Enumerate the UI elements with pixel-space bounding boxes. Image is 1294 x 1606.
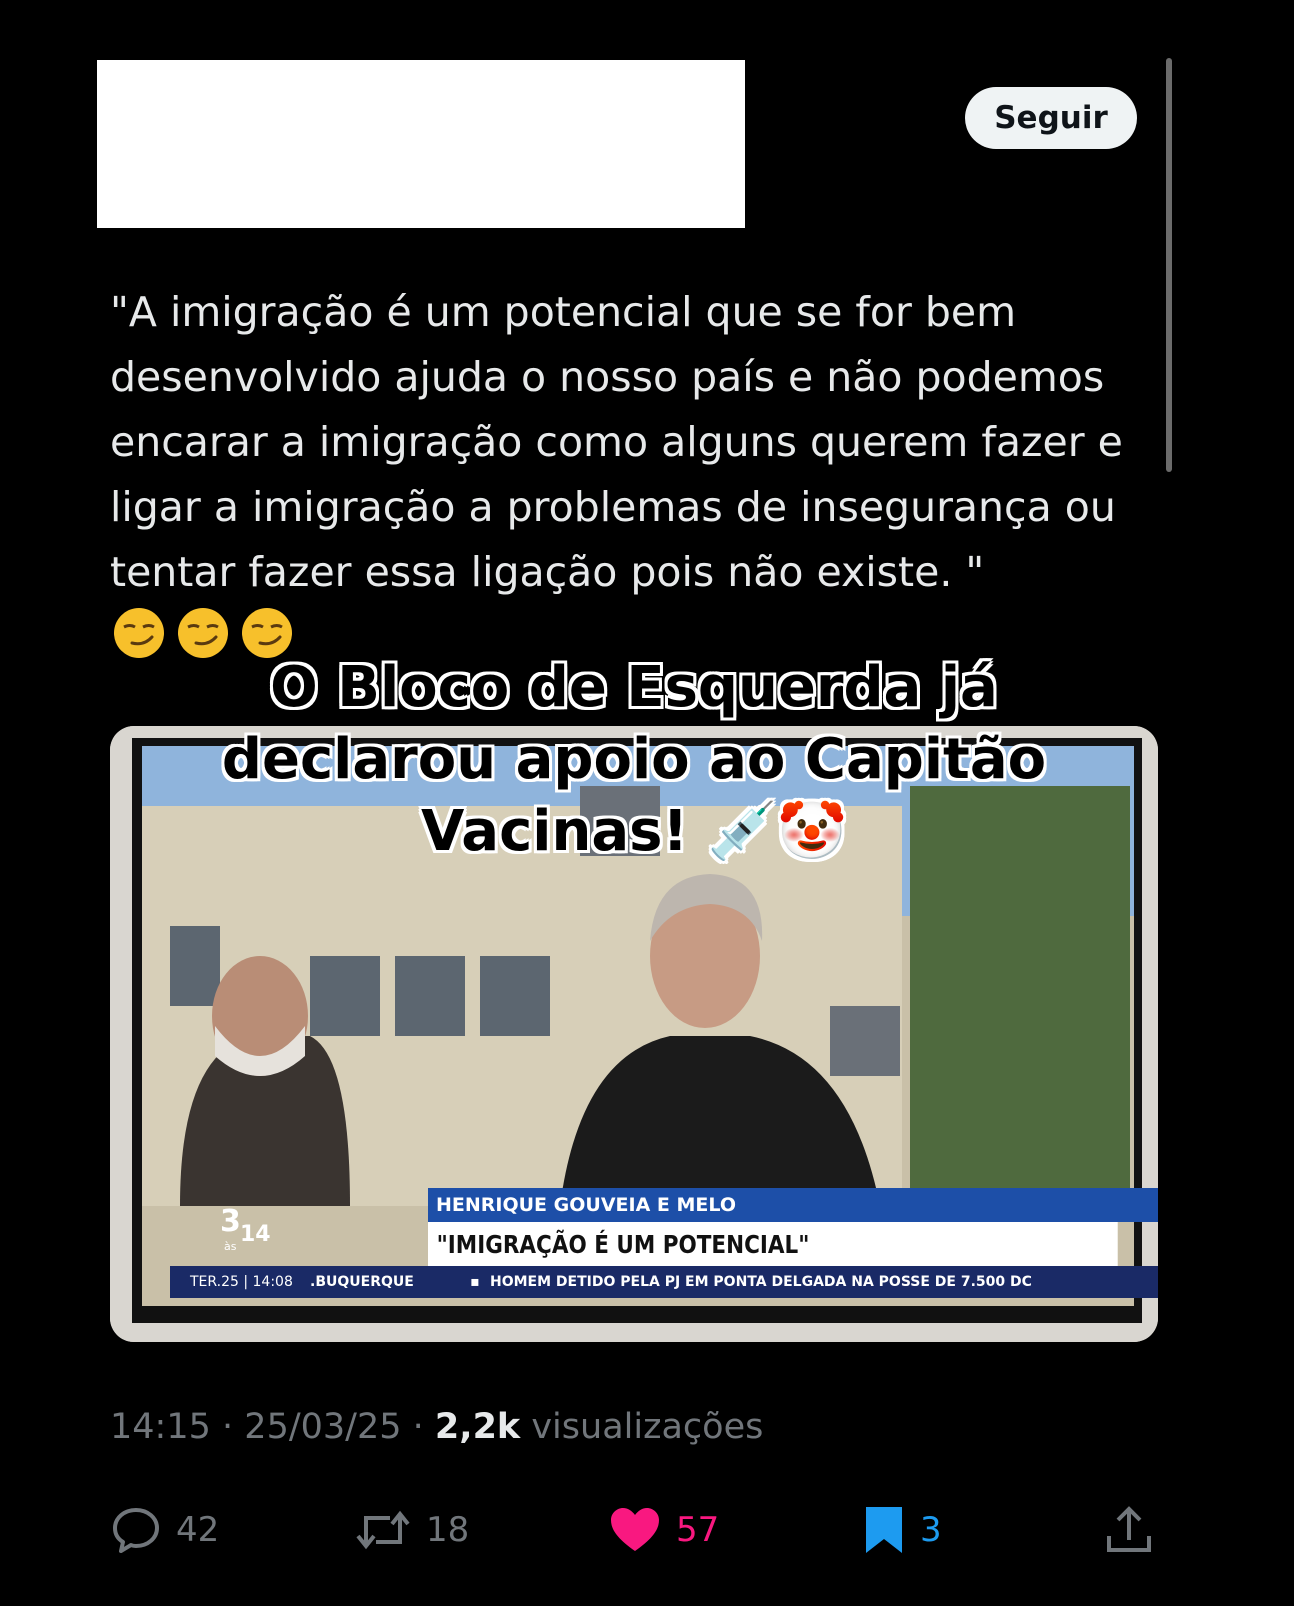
caption-line-1: O Bloco de Esquerda já [270,655,998,720]
meta-separator: · [412,1407,424,1447]
heart-icon [611,1508,659,1551]
scrollbar[interactable] [1166,58,1172,472]
follow-button[interactable]: Seguir [965,87,1137,149]
tv-ticker-headline: HOMEM DETIDO PELA PJ EM PONTA DELGADA NA… [490,1274,1032,1290]
like-button[interactable]: 57 [608,1500,719,1560]
tv-quote-strap: "IMIGRAÇÃO É UM POTENCIAL" [428,1222,1118,1266]
meta-separator: · [222,1407,234,1447]
tweet-meta: 14:15 · 25/03/25 · 2,2k visualizações [110,1407,763,1447]
tv-ticker-location: .BUQUERQUE [310,1274,414,1290]
tweet-time[interactable]: 14:15 [110,1407,211,1447]
retweet-count: 18 [426,1510,470,1550]
retweet-button[interactable]: 18 [354,1500,469,1560]
bookmark-button[interactable]: 3 [862,1500,942,1560]
caption-line-2: declarou apoio ao Capitão [221,727,1047,792]
reply-button[interactable]: 42 [110,1500,219,1560]
channel-logo-number: 3 [220,1204,241,1239]
reply-count: 42 [176,1510,220,1550]
views-count: 2,2k [434,1407,521,1447]
channel-logo-small-number: 14 [240,1222,271,1247]
retweet-icon [356,1510,410,1550]
video-caption-text: O Bloco de Esquerda já declarou apoio ao… [110,652,1158,868]
tv-ticker-bar: TER.25 | 14:08 .BUQUERQUE ▪ HOMEM DETIDO… [170,1266,1158,1298]
bookmark-count: 3 [920,1510,942,1550]
channel-logo: 3 às 14 [220,1204,286,1270]
tv-ticker-time: TER.25 | 14:08 [190,1274,293,1290]
share-icon [1107,1506,1151,1552]
share-button[interactable] [1104,1500,1154,1560]
tweet-text: "A imigração é um potencial que se for b… [110,288,1136,596]
tv-name-strap: HENRIQUE GOUVEIA E MELO [428,1188,1158,1222]
bookmark-icon [866,1507,902,1553]
reply-icon [113,1508,159,1553]
caption-line-3: Vacinas! 💉🤡 [421,799,847,864]
channel-logo-sub: às [224,1240,237,1253]
action-bar: 42 18 57 3 [110,1500,1160,1560]
tweet-date[interactable]: 25/03/25 [244,1407,401,1447]
tv-ticker-dot: ▪ [470,1274,480,1290]
redacted-author-block [97,60,745,228]
video-caption: O Bloco de Esquerda já declarou apoio ao… [110,655,1158,946]
like-count: 57 [676,1510,720,1550]
views-label: visualizações [531,1407,764,1447]
